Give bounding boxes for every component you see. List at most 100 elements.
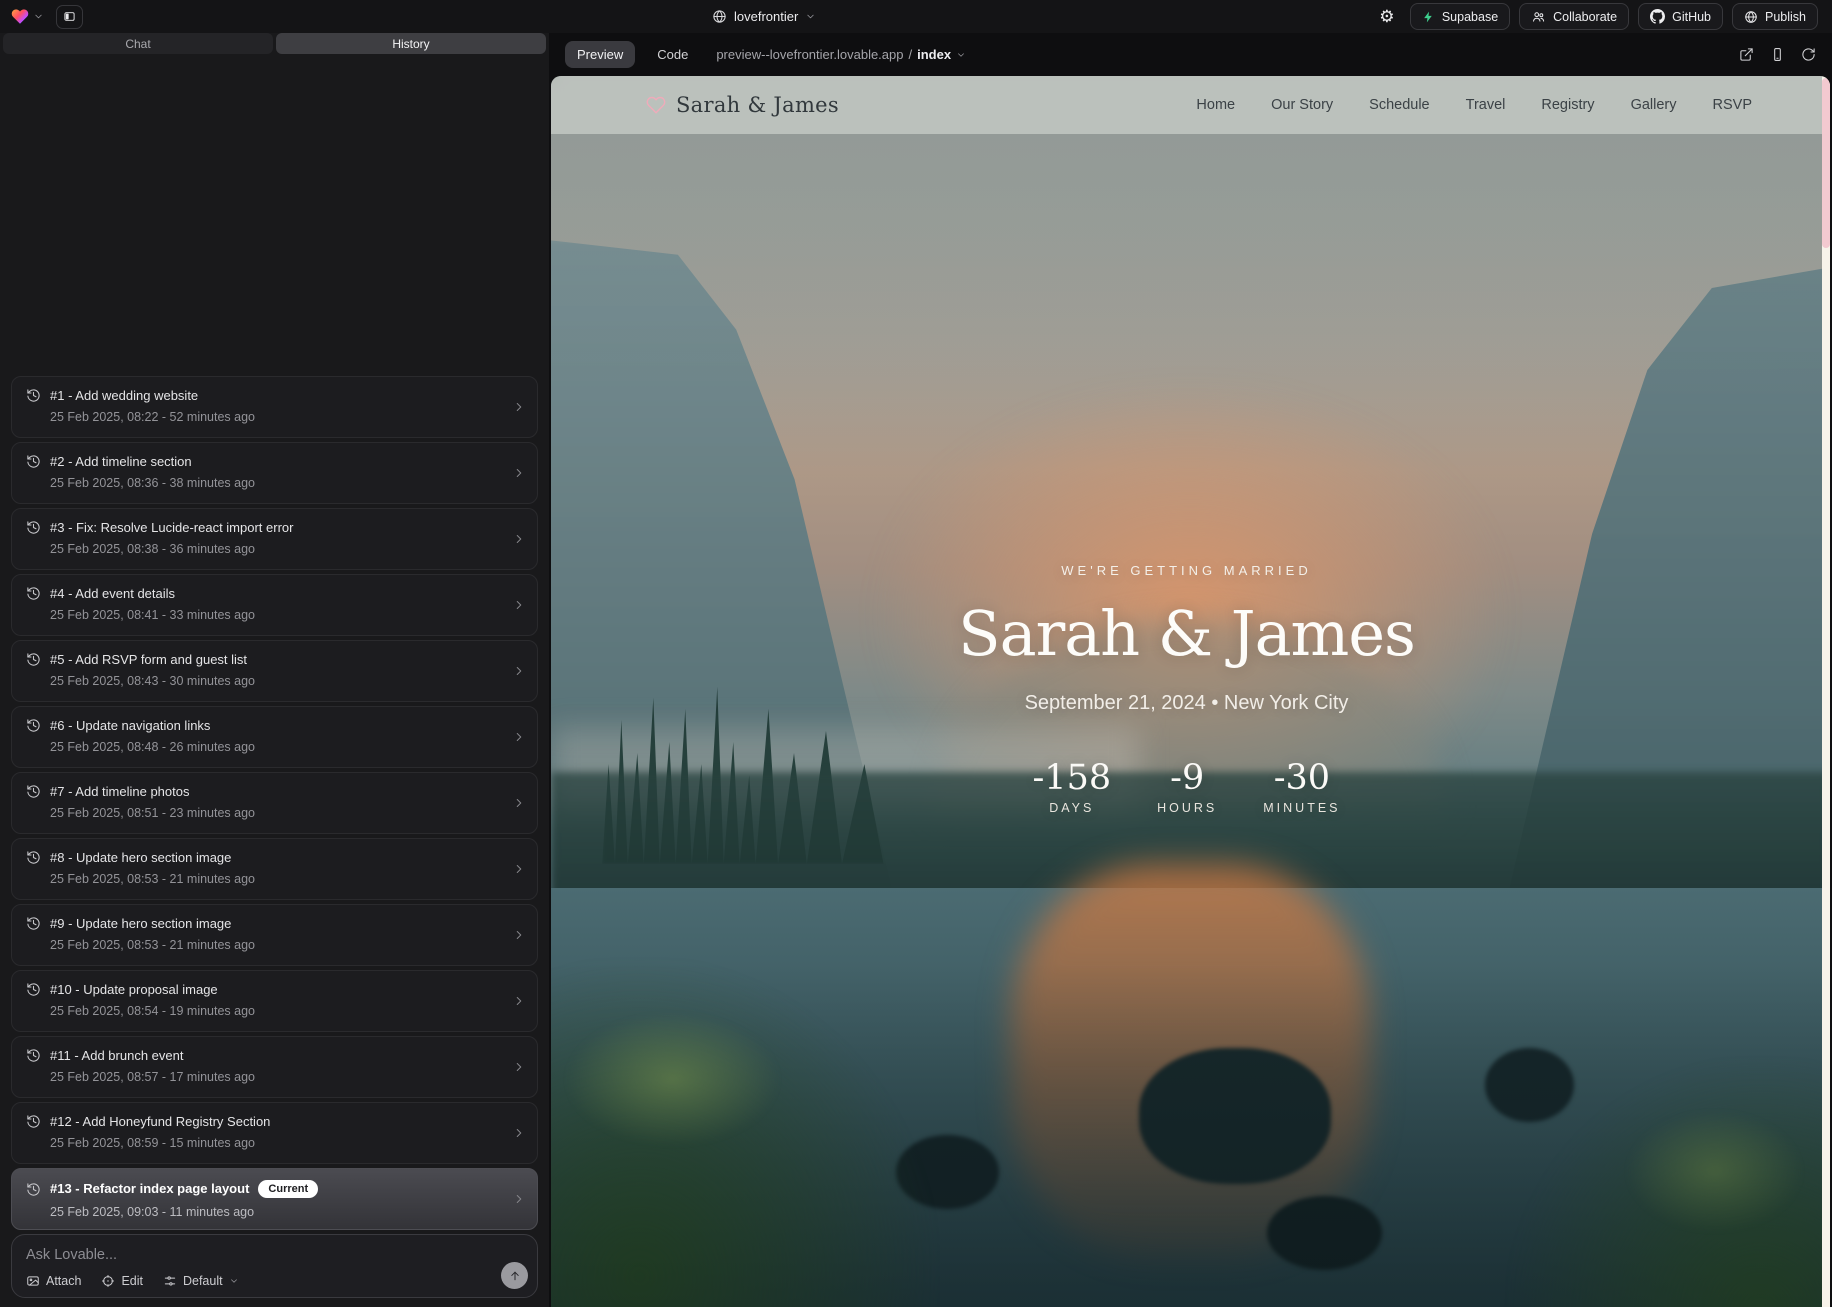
- history-item[interactable]: #13 - Refactor index page layoutCurrent …: [11, 1168, 538, 1230]
- chevron-right-icon: [512, 928, 526, 942]
- tab-history[interactable]: History: [276, 33, 546, 54]
- history-item-timestamp: 25 Feb 2025, 08:41 - 33 minutes ago: [50, 608, 501, 622]
- supabase-bolt-icon: [1422, 10, 1435, 24]
- topbar-right-cluster: ⚙ Supabase Collaborate GitHub Publish: [1373, 3, 1832, 30]
- project-switcher[interactable]: lovefrontier: [712, 0, 816, 33]
- chevron-right-icon: [512, 994, 526, 1008]
- history-item-timestamp: 25 Feb 2025, 09:03 - 11 minutes ago: [50, 1205, 501, 1219]
- history-item[interactable]: #8 - Update hero section image 25 Feb 20…: [11, 838, 538, 900]
- countdown-label: DAYS: [1032, 801, 1111, 815]
- refresh-button[interactable]: [1801, 47, 1816, 62]
- ask-lovable-input[interactable]: Ask Lovable...: [26, 1247, 523, 1263]
- history-item[interactable]: #7 - Add timeline photos 25 Feb 2025, 08…: [11, 772, 538, 834]
- history-item[interactable]: #1 - Add wedding website 25 Feb 2025, 08…: [11, 376, 538, 438]
- history-item[interactable]: #9 - Update hero section image 25 Feb 20…: [11, 904, 538, 966]
- main-topbar: lovefrontier ⚙ Supabase Collaborate GitH…: [0, 0, 1832, 33]
- open-in-new-tab-button[interactable]: [1739, 47, 1754, 62]
- tab-code[interactable]: Code: [651, 46, 694, 63]
- preview-toolbar: Preview Code preview--lovefrontier.lovab…: [549, 33, 1832, 76]
- history-item-title: #6 - Update navigation links: [50, 718, 210, 733]
- external-link-icon: [1739, 47, 1754, 62]
- countdown-label: HOURS: [1157, 801, 1217, 815]
- history-clock-icon: [26, 652, 41, 667]
- history-clock-icon: [26, 1182, 41, 1197]
- lovable-heart-logo-icon: [10, 7, 30, 26]
- globe-icon: [1744, 10, 1758, 24]
- attach-button[interactable]: Attach: [26, 1274, 81, 1288]
- countdown-unit: -30MINUTES: [1263, 761, 1340, 815]
- publish-label: Publish: [1765, 10, 1806, 24]
- history-item[interactable]: #4 - Add event details 25 Feb 2025, 08:4…: [11, 574, 538, 636]
- composer-actions: Attach Edit Default: [26, 1274, 239, 1288]
- history-clock-icon: [26, 1114, 41, 1129]
- panel-tab-row: Chat History: [0, 33, 549, 54]
- site-nav-link[interactable]: Gallery: [1631, 97, 1677, 113]
- history-item[interactable]: #3 - Fix: Resolve Lucide-react import er…: [11, 508, 538, 570]
- site-nav-link[interactable]: Travel: [1466, 97, 1506, 113]
- send-button[interactable]: [501, 1262, 528, 1289]
- preview-url-separator: /: [908, 47, 912, 62]
- chevron-down-icon: [956, 50, 966, 60]
- lovable-logo-menu[interactable]: [10, 7, 44, 26]
- history-item-title: #1 - Add wedding website: [50, 388, 198, 403]
- preview-url-page: index: [917, 47, 951, 62]
- composer: Ask Lovable... Attach Edit Default: [11, 1234, 538, 1298]
- tab-preview[interactable]: Preview: [565, 41, 635, 68]
- tab-chat[interactable]: Chat: [3, 33, 273, 54]
- chevron-right-icon: [512, 1060, 526, 1074]
- history-clock-icon: [26, 388, 41, 403]
- github-button[interactable]: GitHub: [1638, 3, 1723, 30]
- history-item[interactable]: #12 - Add Honeyfund Registry Section 25 …: [11, 1102, 538, 1164]
- mode-selector[interactable]: Default: [163, 1274, 239, 1288]
- preview-scrollbar[interactable]: [1822, 76, 1830, 1307]
- preview-scrollbar-thumb[interactable]: [1822, 78, 1830, 248]
- site-nav-link[interactable]: Schedule: [1369, 97, 1429, 113]
- collaborate-button[interactable]: Collaborate: [1519, 3, 1629, 30]
- preview-tools: [1739, 47, 1816, 62]
- hero-eyebrow: WE'RE GETTING MARRIED: [1061, 563, 1311, 578]
- smartphone-icon: [1770, 47, 1785, 62]
- site-brand[interactable]: Sarah & James: [646, 93, 839, 117]
- settings-button[interactable]: ⚙: [1373, 4, 1401, 30]
- chevron-right-icon: [512, 664, 526, 678]
- history-item[interactable]: #2 - Add timeline section 25 Feb 2025, 0…: [11, 442, 538, 504]
- publish-button[interactable]: Publish: [1732, 3, 1818, 30]
- globe-icon: [712, 9, 727, 24]
- chevron-right-icon: [512, 598, 526, 612]
- history-clock-icon: [26, 586, 41, 601]
- history-item-title: #3 - Fix: Resolve Lucide-react import er…: [50, 520, 293, 535]
- history-item-timestamp: 25 Feb 2025, 08:54 - 19 minutes ago: [50, 1004, 501, 1018]
- github-label: GitHub: [1672, 10, 1711, 24]
- site-nav-link[interactable]: RSVP: [1713, 97, 1753, 113]
- history-clock-icon: [26, 520, 41, 535]
- history-clock-icon: [26, 454, 41, 469]
- hero-section: WE'RE GETTING MARRIED Sarah & James Sept…: [551, 76, 1822, 1307]
- chevron-down-icon: [805, 11, 816, 22]
- site-nav-link[interactable]: Our Story: [1271, 97, 1333, 113]
- history-item-timestamp: 25 Feb 2025, 08:43 - 30 minutes ago: [50, 674, 501, 688]
- attach-label: Attach: [46, 1274, 81, 1288]
- history-item-title: #13 - Refactor index page layout: [50, 1181, 249, 1196]
- mobile-view-button[interactable]: [1770, 47, 1785, 62]
- history-item-timestamp: 25 Feb 2025, 08:48 - 26 minutes ago: [50, 740, 501, 754]
- history-item[interactable]: #5 - Add RSVP form and guest list 25 Feb…: [11, 640, 538, 702]
- site-nav-link[interactable]: Home: [1196, 97, 1235, 113]
- crosshair-icon: [101, 1274, 115, 1288]
- history-item-timestamp: 25 Feb 2025, 08:22 - 52 minutes ago: [50, 410, 501, 424]
- history-item[interactable]: #11 - Add brunch event 25 Feb 2025, 08:5…: [11, 1036, 538, 1098]
- site-header: Sarah & James Home Our Story Schedule Trave…: [551, 76, 1822, 134]
- supabase-button[interactable]: Supabase: [1410, 3, 1510, 30]
- preview-url[interactable]: preview--lovefrontier.lovable.app / inde…: [716, 47, 966, 62]
- chevron-down-icon: [229, 1276, 239, 1286]
- edit-button[interactable]: Edit: [101, 1274, 143, 1288]
- site-preview: Sarah & James Home Our Story Schedule Trave…: [551, 76, 1830, 1307]
- history-item[interactable]: #10 - Update proposal image 25 Feb 2025,…: [11, 970, 538, 1032]
- chevron-right-icon: [512, 532, 526, 546]
- history-item[interactable]: #6 - Update navigation links 25 Feb 2025…: [11, 706, 538, 768]
- sidebar-toggle-button[interactable]: [56, 5, 83, 29]
- site-nav-link[interactable]: Registry: [1541, 97, 1594, 113]
- history-item-timestamp: 25 Feb 2025, 08:57 - 17 minutes ago: [50, 1070, 501, 1084]
- preview-url-host: preview--lovefrontier.lovable.app: [716, 47, 903, 62]
- history-item-title: #4 - Add event details: [50, 586, 175, 601]
- history-item-title: #7 - Add timeline photos: [50, 784, 189, 799]
